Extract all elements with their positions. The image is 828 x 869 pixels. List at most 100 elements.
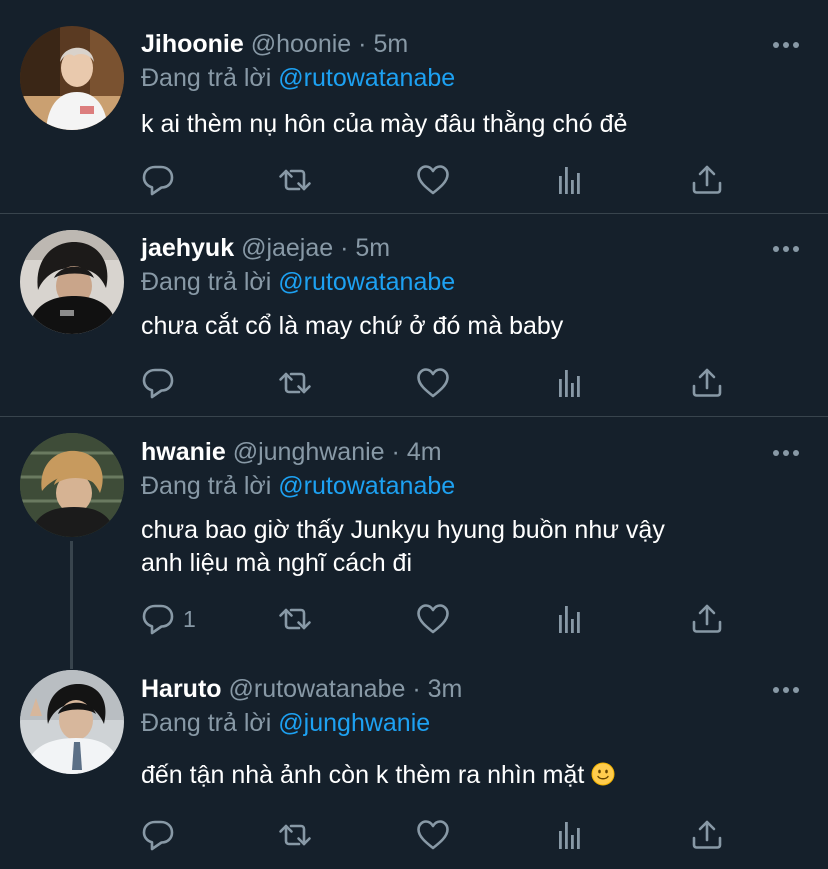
mention-link[interactable]: @rutowatanabe (278, 472, 455, 500)
share-icon (692, 368, 722, 397)
reply-feed: Jihoonie @hoonie · 5m Đang trả lời @ruto… (0, 0, 828, 869)
share-button[interactable] (689, 601, 725, 637)
user-handle[interactable]: @rutowatanabe (229, 675, 406, 703)
tweet[interactable]: Jihoonie @hoonie · 5m Đang trả lời @ruto… (0, 0, 828, 213)
replying-label: Đang trả lời (141, 268, 272, 296)
mention-link[interactable]: @rutowatanabe (278, 268, 455, 296)
timestamp[interactable]: 3m (428, 675, 463, 703)
more-options-button[interactable] (772, 683, 800, 695)
timestamp[interactable]: 5m (373, 30, 408, 58)
replying-to: Đang trả lời @rutowatanabe (141, 62, 455, 94)
tweet-actions: 1 (141, 601, 741, 637)
reply-count: 1 (183, 605, 196, 632)
tweet-header: Haruto @rutowatanabe · 3m (141, 673, 462, 705)
more-options-button[interactable] (772, 242, 800, 254)
share-icon (692, 820, 722, 849)
tweet-text-line: chưa cắt cổ là may chứ ở đó mà baby (141, 312, 564, 340)
tweet-text-line: đến tận nhà ảnh còn k thèm ra nhìn mặt (141, 759, 781, 792)
replying-label: Đang trả lời (141, 472, 272, 500)
mention-link[interactable]: @rutowatanabe (278, 64, 455, 92)
display-name[interactable]: jaehyuk (141, 234, 234, 262)
like-icon (417, 165, 449, 195)
reply-icon (142, 368, 174, 399)
tweet[interactable]: hwanie @junghwanie · 4m Đang trả lời @ru… (0, 417, 828, 669)
tweet-text: đến tận nhà ảnh còn k thèm ra nhìn mặt (141, 759, 781, 792)
retweet-icon (279, 824, 311, 846)
separator-dot: · (412, 675, 421, 703)
reply-icon (142, 604, 174, 635)
tweet[interactable]: jaehyuk @jaejae · 5m Đang trả lời @rutow… (0, 214, 828, 416)
retweet-icon (279, 608, 311, 630)
more-options-button[interactable] (772, 38, 800, 50)
timestamp[interactable]: 5m (355, 234, 390, 262)
share-button[interactable] (689, 162, 725, 198)
avatar[interactable] (20, 433, 124, 537)
analytics-icon (559, 822, 580, 849)
thread-connector (70, 541, 73, 669)
avatar[interactable] (20, 230, 124, 334)
tweet-text-line: chưa bao giờ thấy Junkyu hyung buồn như … (141, 516, 665, 544)
retweet-button[interactable] (277, 817, 313, 853)
reply-button[interactable] (141, 365, 183, 401)
more-icon (773, 687, 799, 693)
like-button[interactable] (415, 601, 451, 637)
share-icon (692, 165, 722, 194)
like-button[interactable] (415, 365, 451, 401)
like-button[interactable] (415, 162, 451, 198)
replying-to: Đang trả lời @junghwanie (141, 707, 430, 739)
analytics-icon (559, 606, 580, 633)
like-icon (417, 368, 449, 398)
reply-icon (142, 820, 174, 851)
user-handle[interactable]: @hoonie (251, 30, 351, 58)
tweet-text-line: anh liệu mà nghĩ cách đi (141, 549, 413, 577)
user-handle[interactable]: @junghwanie (233, 438, 385, 466)
analytics-button[interactable] (553, 365, 589, 401)
reply-button[interactable]: 1 (141, 601, 196, 637)
user-handle[interactable]: @jaejae (241, 234, 333, 262)
separator-dot: · (358, 30, 367, 58)
tweet-text: chưa bao giờ thấy Junkyu hyung buồn như … (141, 514, 781, 580)
retweet-button[interactable] (277, 365, 313, 401)
tweet-text-content: đến tận nhà ảnh còn k thèm ra nhìn mặt (141, 761, 585, 789)
tweet-header: Jihoonie @hoonie · 5m (141, 28, 408, 60)
retweet-button[interactable] (277, 162, 313, 198)
smiling-face-emoji-icon (591, 762, 615, 786)
analytics-button[interactable] (553, 601, 589, 637)
replying-to: Đang trả lời @rutowatanabe (141, 266, 455, 298)
share-button[interactable] (689, 817, 725, 853)
more-icon (773, 450, 799, 456)
display-name[interactable]: hwanie (141, 438, 226, 466)
more-icon (773, 42, 799, 48)
reply-button[interactable] (141, 162, 183, 198)
retweet-icon (279, 372, 311, 394)
replying-to: Đang trả lời @rutowatanabe (141, 470, 455, 502)
like-button[interactable] (415, 817, 451, 853)
replying-label: Đang trả lời (141, 709, 272, 737)
tweet-actions (141, 365, 741, 401)
analytics-icon (559, 370, 580, 397)
timestamp[interactable]: 4m (407, 438, 442, 466)
replying-label: Đang trả lời (141, 64, 272, 92)
retweet-icon (279, 169, 311, 191)
tweet-header: jaehyuk @jaejae · 5m (141, 232, 390, 264)
tweet-text: chưa cắt cổ là may chứ ở đó mà baby (141, 310, 781, 343)
reply-icon (142, 165, 174, 196)
share-button[interactable] (689, 365, 725, 401)
avatar[interactable] (20, 26, 124, 130)
reply-button[interactable] (141, 817, 183, 853)
retweet-button[interactable] (277, 601, 313, 637)
analytics-button[interactable] (553, 162, 589, 198)
analytics-button[interactable] (553, 817, 589, 853)
avatar[interactable] (20, 670, 124, 774)
tweet-text-line: k ai thèm nụ hôn của mày đâu thằng chó đ… (141, 110, 628, 138)
share-icon (692, 604, 722, 633)
more-options-button[interactable] (772, 446, 800, 458)
display-name[interactable]: Haruto (141, 675, 222, 703)
like-icon (417, 820, 449, 850)
display-name[interactable]: Jihoonie (141, 30, 244, 58)
mention-link[interactable]: @junghwanie (278, 709, 430, 737)
tweet[interactable]: Haruto @rutowatanabe · 3m Đang trả lời @… (0, 669, 828, 869)
analytics-icon (559, 167, 580, 194)
like-icon (417, 604, 449, 634)
tweet-text: k ai thèm nụ hôn của mày đâu thằng chó đ… (141, 108, 781, 141)
